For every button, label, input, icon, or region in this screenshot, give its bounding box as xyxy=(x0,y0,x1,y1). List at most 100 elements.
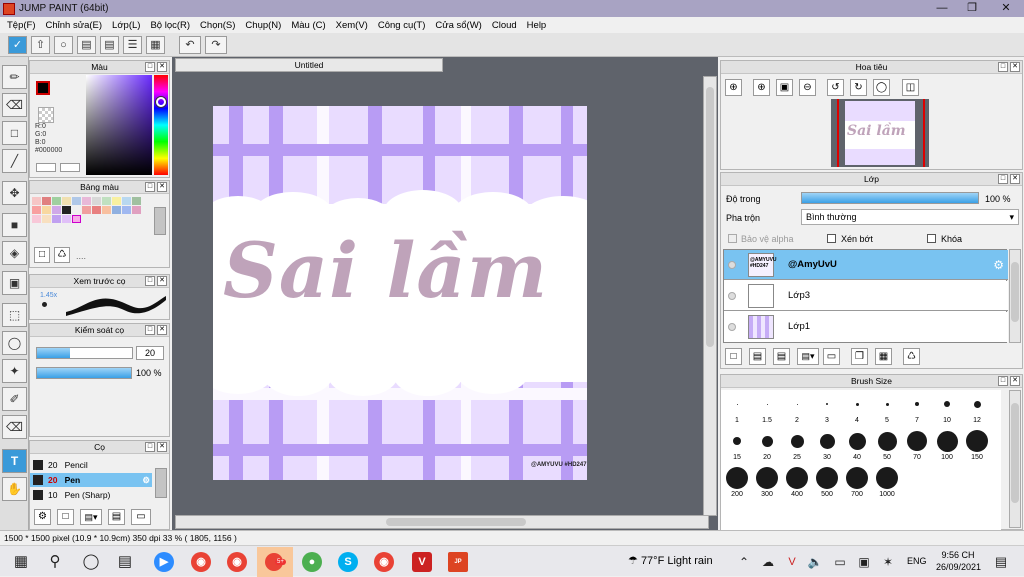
brush-size-10[interactable]: 10 xyxy=(932,391,962,425)
gear-icon[interactable]: ⚙ xyxy=(993,258,1004,272)
brush-size-700[interactable]: 700 xyxy=(842,465,872,499)
protect-alpha-checkbox[interactable] xyxy=(728,234,737,243)
folder-icon[interactable]: ▭ xyxy=(823,348,840,365)
palette-scrollbar[interactable] xyxy=(154,207,166,235)
chrome-profile-icon[interactable]: ◉ xyxy=(227,552,247,572)
document-tab[interactable]: Untitled xyxy=(175,58,443,72)
foreground-color-swatch[interactable] xyxy=(36,81,50,95)
close-icon[interactable]: ✕ xyxy=(157,442,167,452)
brush-size-300[interactable]: 300 xyxy=(752,465,782,499)
brush-size-500[interactable]: 500 xyxy=(812,465,842,499)
brush-size-1000[interactable]: 1000 xyxy=(872,465,902,499)
float-icon[interactable]: □ xyxy=(998,62,1008,72)
saturation-value-picker[interactable] xyxy=(86,75,152,175)
onedrive-icon[interactable]: ☁ xyxy=(757,551,779,573)
redo-icon[interactable]: ↷ xyxy=(205,36,227,54)
blend-mode-select[interactable]: Bình thường ▾ xyxy=(801,209,1019,225)
bucket-tool-icon[interactable]: ◈ xyxy=(2,241,27,265)
list-icon[interactable]: ☰ xyxy=(123,36,142,54)
close-icon[interactable]: ✕ xyxy=(1010,174,1020,184)
menu-capture[interactable]: Chụp(N) xyxy=(240,20,286,31)
transparent-swatch[interactable] xyxy=(38,107,54,123)
duplicate-layer-icon[interactable]: ❐ xyxy=(851,348,868,365)
merge-layer-icon[interactable]: ▦ xyxy=(875,348,892,365)
brush-size-40[interactable]: 40 xyxy=(842,428,872,462)
brush-item-pen[interactable]: 20 Pen ⚙ xyxy=(30,473,152,487)
new-brush-icon[interactable]: □ xyxy=(57,509,74,525)
rectangle-tool-icon[interactable]: □ xyxy=(2,121,27,145)
volume-icon[interactable]: 🔈 xyxy=(804,551,826,573)
message-icon[interactable]: ▤ xyxy=(77,36,96,54)
brush-size-200[interactable]: 200 xyxy=(722,465,752,499)
task-view-icon[interactable]: ◯ xyxy=(80,551,102,573)
rotate-left-icon[interactable]: ↺ xyxy=(827,79,844,96)
document-icon[interactable]: ▤ xyxy=(100,36,119,54)
brush-size-3[interactable]: 3 xyxy=(812,391,842,425)
brush-size-400[interactable]: 400 xyxy=(782,465,812,499)
eye-icon[interactable] xyxy=(728,261,736,269)
menu-cloud[interactable]: Cloud xyxy=(487,20,522,31)
brush-settings-icon[interactable]: ⚙ xyxy=(34,509,51,525)
gear-icon[interactable]: ⚙ xyxy=(142,473,150,487)
zoom-app-icon[interactable]: ▶ xyxy=(154,552,174,572)
layer-row-lop1[interactable]: Lớp1 xyxy=(724,312,1008,342)
layer-opacity-slider[interactable] xyxy=(801,192,979,204)
rotate-right-icon[interactable]: ↻ xyxy=(850,79,867,96)
language-indicator[interactable]: ENG xyxy=(907,556,927,566)
layer-row-lop3[interactable]: Lớp3 xyxy=(724,281,1008,311)
zoom-in-icon[interactable]: ⊕ xyxy=(725,79,742,96)
menu-layer[interactable]: Lớp(L) xyxy=(107,20,145,31)
brush-size-50[interactable]: 50 xyxy=(872,428,902,462)
size-value[interactable]: 20 xyxy=(136,346,164,360)
select-pen-tool-icon[interactable]: ✐ xyxy=(2,387,27,411)
brush-size-100[interactable]: 100 xyxy=(932,428,962,462)
layer-scrollbar[interactable] xyxy=(1009,249,1021,343)
new-layer-icon[interactable]: □ xyxy=(725,348,742,365)
brush-size-scrollbar[interactable] xyxy=(1009,390,1021,528)
brush-size-4[interactable]: 4 xyxy=(842,391,872,425)
brush-size-30[interactable]: 30 xyxy=(812,428,842,462)
jumppaint-app-icon[interactable]: JP xyxy=(448,552,468,572)
eye-icon[interactable] xyxy=(728,292,736,300)
menu-file[interactable]: Tệp(F) xyxy=(2,20,41,31)
menu-filter[interactable]: Bộ lọc(R) xyxy=(145,20,195,31)
line-tool-icon[interactable]: ╱ xyxy=(2,149,27,173)
select-eraser-tool-icon[interactable]: ⌫ xyxy=(2,415,27,439)
layer-type-dropdown[interactable]: ▤▾ xyxy=(797,348,819,365)
menu-view[interactable]: Xem(V) xyxy=(331,20,373,31)
vivaldi-app-icon[interactable]: V xyxy=(412,552,432,572)
float-icon[interactable]: □ xyxy=(145,325,155,335)
menu-edit[interactable]: Chỉnh sửa(E) xyxy=(41,20,108,31)
menu-select[interactable]: Chọn(S) xyxy=(195,20,240,31)
brush-size-1-5[interactable]: 1.5 xyxy=(752,391,782,425)
close-icon[interactable]: ✕ xyxy=(157,276,167,286)
battery-icon[interactable]: ▭ xyxy=(829,551,851,573)
new-swatch-icon[interactable]: □ xyxy=(34,247,50,263)
lock-checkbox[interactable] xyxy=(927,234,936,243)
new-raster-layer-icon[interactable]: ▤ xyxy=(749,348,766,365)
magic-wand-tool-icon[interactable]: ✦ xyxy=(2,359,27,383)
float-icon[interactable]: □ xyxy=(998,376,1008,386)
float-icon[interactable]: □ xyxy=(145,442,155,452)
lasso-tool-icon[interactable]: ◯ xyxy=(2,331,27,355)
canvas-vertical-scrollbar[interactable] xyxy=(703,76,717,516)
menu-window[interactable]: Cửa sổ(W) xyxy=(430,20,486,31)
copy-brush-icon[interactable]: ▤ xyxy=(108,509,125,525)
comment-icon[interactable]: ○ xyxy=(54,36,73,54)
grid-icon[interactable]: ▦ xyxy=(146,36,165,54)
brush-size-150[interactable]: 150 xyxy=(962,428,992,462)
canvas-horizontal-scrollbar[interactable] xyxy=(175,515,709,529)
eye-icon[interactable] xyxy=(728,323,736,331)
chevron-up-icon[interactable]: ⌃ xyxy=(733,551,755,573)
chrome-app-icon[interactable]: ◉ xyxy=(191,552,211,572)
zoom-out-icon[interactable]: ⊖ xyxy=(799,79,816,96)
coccoc-app-icon[interactable]: ● xyxy=(302,552,322,572)
zoom-plus-icon[interactable]: ⊕ xyxy=(753,79,770,96)
float-icon[interactable]: □ xyxy=(998,174,1008,184)
brush-tool-icon[interactable]: ✏ xyxy=(2,65,27,89)
brush-size-70[interactable]: 70 xyxy=(902,428,932,462)
active-app-highlight[interactable]: 5+ xyxy=(257,547,293,577)
close-icon[interactable]: ✕ xyxy=(157,325,167,335)
windows-start-icon[interactable]: ▦ xyxy=(10,551,32,573)
menu-color[interactable]: Màu (C) xyxy=(286,20,330,31)
